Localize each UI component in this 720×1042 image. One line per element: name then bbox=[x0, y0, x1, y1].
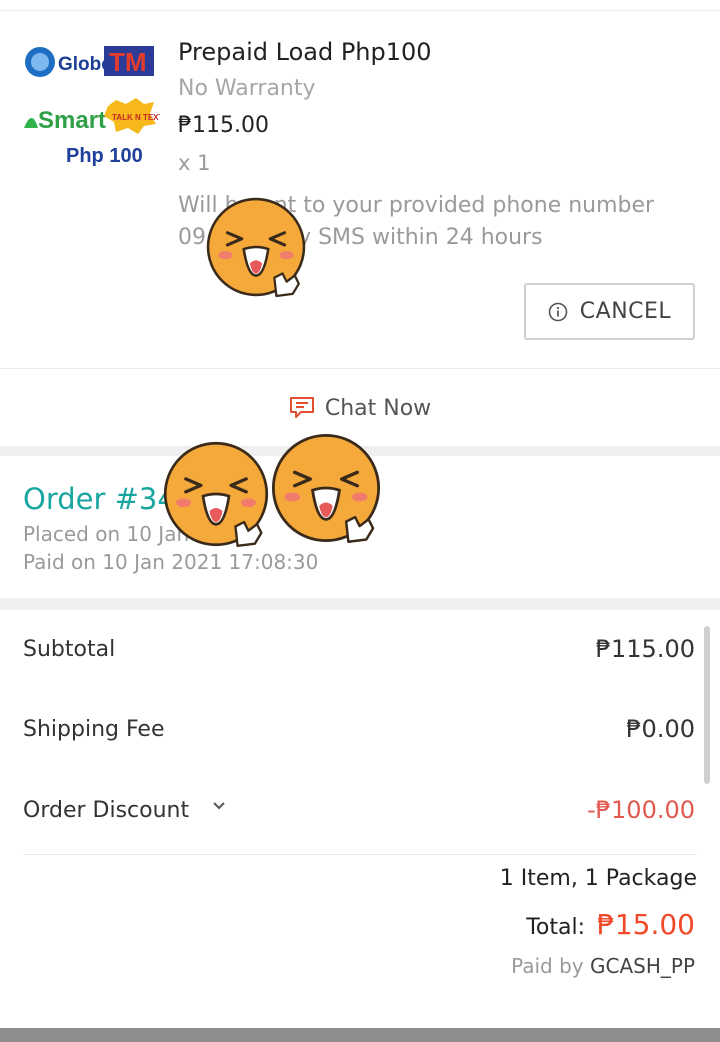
scrollbar[interactable] bbox=[704, 626, 710, 784]
chat-bubble-icon bbox=[289, 397, 314, 418]
cancel-button-label: CANCEL bbox=[579, 299, 672, 324]
subtotal-label: Subtotal bbox=[23, 637, 116, 662]
product-thumbnail[interactable]: Globe TM Smart TALK N TEXT Php 100 bbox=[20, 34, 164, 174]
total-value: ₱15.00 bbox=[597, 908, 695, 941]
cancel-button[interactable]: CANCEL bbox=[524, 283, 695, 340]
section-separator bbox=[0, 598, 720, 610]
info-circle-icon bbox=[548, 302, 568, 321]
laughing-face-sticker bbox=[163, 441, 269, 548]
subtotal-value: ₱115.00 bbox=[595, 635, 695, 663]
total-row: Total: ₱15.00 bbox=[526, 908, 695, 941]
order-discount-label[interactable]: Order Discount bbox=[23, 798, 189, 823]
product-name[interactable]: Prepaid Load Php100 bbox=[178, 38, 432, 66]
chevron-down-icon[interactable] bbox=[211, 800, 227, 812]
bottom-bar bbox=[0, 1028, 720, 1042]
laughing-face-sticker bbox=[271, 433, 381, 543]
paid-by-method: GCASH_PP bbox=[590, 954, 695, 978]
brand-tm-text: TM bbox=[109, 47, 147, 77]
order-detail-page: Globe TM Smart TALK N TEXT Php 100 Prepa… bbox=[0, 0, 720, 1042]
total-label: Total: bbox=[526, 915, 586, 940]
shipping-fee-label: Shipping Fee bbox=[23, 717, 165, 742]
paid-by-prefix: Paid by bbox=[511, 954, 590, 978]
brand-globe-text: Globe bbox=[58, 54, 112, 75]
brand-tnt-text: TALK N TEXT bbox=[112, 113, 160, 122]
order-discount-value: -₱100.00 bbox=[587, 796, 695, 824]
paid-date: Paid on 10 Jan 2021 17:08:30 bbox=[23, 550, 319, 574]
laughing-face-sticker bbox=[206, 197, 306, 298]
top-divider bbox=[0, 10, 720, 11]
chat-now-label: Chat Now bbox=[324, 395, 432, 421]
sticker-overlay bbox=[270, 432, 382, 544]
load-brands-logo: Globe TM Smart TALK N TEXT Php 100 bbox=[24, 46, 164, 167]
amount-text: Php 100 bbox=[66, 145, 143, 167]
divider bbox=[0, 368, 720, 369]
shipping-fee-value: ₱0.00 bbox=[626, 715, 695, 743]
payment-method: Paid by GCASH_PP bbox=[511, 954, 695, 978]
product-quantity: x 1 bbox=[178, 151, 211, 175]
sticker-overlay bbox=[162, 440, 270, 548]
divider bbox=[23, 854, 697, 855]
sticker-overlay bbox=[205, 196, 307, 298]
product-price: ₱115.00 bbox=[178, 113, 269, 138]
product-warranty: No Warranty bbox=[178, 76, 316, 101]
items-count: 1 Item, 1 Package bbox=[499, 866, 697, 891]
brand-smart-text: Smart bbox=[38, 107, 106, 134]
